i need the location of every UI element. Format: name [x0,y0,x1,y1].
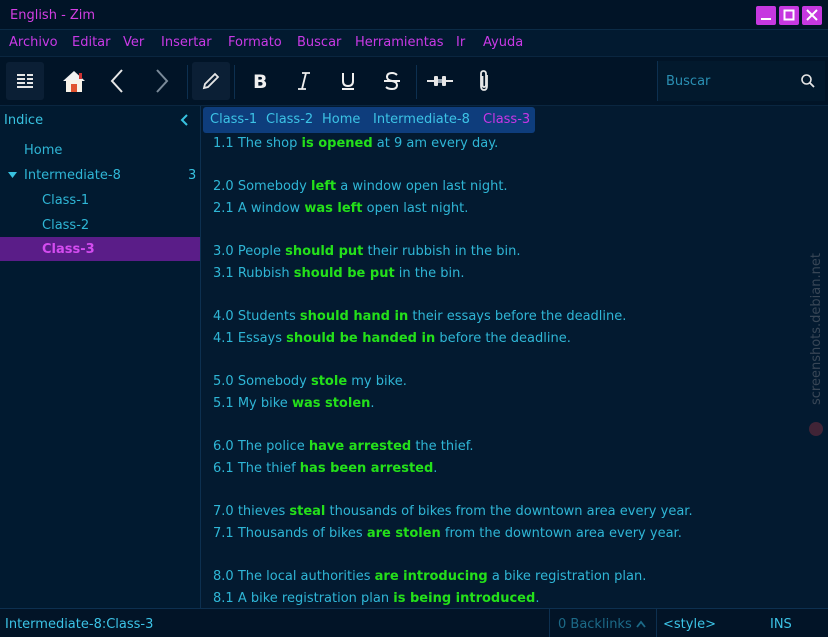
text-line: 3.0 People should put their rubbish in t… [213,244,521,259]
sidebar-item-intermediate-8[interactable]: Intermediate-8 3 [0,163,200,187]
toolbar-separator [416,65,417,99]
text-line: 3.1 Rubbish should be put in the bin. [213,266,465,281]
edit-mode-button[interactable] [192,62,230,100]
text-line: 1.1 The shop is opened at 9 am every day… [213,136,499,151]
menu-buscar[interactable]: Buscar [297,35,341,50]
page-editor[interactable]: 1.1 The shop is opened at 9 am every day… [201,136,828,608]
sidebar-item-label: Home [24,143,63,158]
search-box [657,61,825,101]
text-line: 5.0 Somebody stole my bike. [213,374,407,389]
back-button[interactable] [99,62,137,100]
arrow-left-icon [110,69,123,93]
index-sidebar: Indice Home Intermediate-8 3 Class-1 Cla… [0,106,201,608]
bold-button[interactable]: B [240,62,278,100]
crumb-intermediate-8[interactable]: Intermediate-8 [373,112,470,127]
sidebar-item-class-1[interactable]: Class-1 [0,188,200,212]
sidebar-header: Indice [0,106,201,134]
crumb-home[interactable]: Home [322,112,360,127]
watermark-text: screenshots.debian.net [809,253,824,405]
menu-archivo[interactable]: Archivo [9,35,58,50]
expander-down-icon[interactable] [8,172,18,180]
insert-link-button[interactable] [421,62,459,100]
menu-insertar[interactable]: Insertar [161,35,212,50]
chevron-left-icon[interactable] [180,114,190,126]
toolbar-separator [187,65,188,99]
attach-file-button[interactable] [465,62,503,100]
pencil-icon [202,72,220,90]
crumb-class-2[interactable]: Class-2 [266,112,313,127]
italic-icon [298,72,310,90]
arrow-right-icon [156,69,169,93]
text-line: 7.0 thieves steal thousands of bikes fro… [213,504,693,519]
toolbar-separator [234,65,235,99]
minimize-icon [761,18,771,20]
sidebar-item-label: Class-2 [42,218,90,233]
menu-ir[interactable]: Ir [456,35,465,50]
close-icon [806,9,818,21]
crumb-class-3[interactable]: Class-3 [483,112,530,127]
text-line: 2.0 Somebody left a window open last nig… [213,179,508,194]
text-line: 2.1 A window was left open last night. [213,201,469,216]
home-button[interactable] [55,62,93,100]
forward-button[interactable] [142,62,180,100]
status-bar: Intermediate-8:Class-3 0 Backlinks <styl… [0,608,828,637]
strikethrough-button[interactable] [373,62,411,100]
toggle-index-button[interactable] [6,62,44,100]
text-line: 6.0 The police have arrested the thief. [213,439,474,454]
paperclip-icon [480,70,488,91]
index-panel-icon [17,74,33,88]
status-page-path: Intermediate-8:Class-3 [5,617,154,632]
maximize-icon [783,9,795,21]
bold-icon: B [253,71,267,92]
search-input[interactable] [658,61,798,101]
watermark-logo-icon [809,422,823,436]
title-bar: English - Zim [0,0,828,30]
text-line: 8.1 A bike registration plan is being in… [213,591,540,606]
insert-mode-indicator: INS [770,617,792,632]
menu-formato[interactable]: Formato [228,35,282,50]
home-icon [63,71,85,92]
style-indicator[interactable]: <style> [663,617,716,632]
underline-icon [342,73,354,90]
underline-button[interactable] [329,62,367,100]
minimize-button[interactable] [756,6,776,25]
sidebar-item-home[interactable]: Home [0,138,200,162]
crumb-class-1[interactable]: Class-1 [210,112,257,127]
sidebar-title: Indice [4,113,44,128]
text-line: 8.0 The local authorities are introducin… [213,569,647,584]
watermark: screenshots.debian.net [809,253,824,436]
menu-ver[interactable]: Ver [123,35,144,50]
sidebar-item-label: Class-3 [42,242,95,257]
status-separator [656,609,657,637]
menu-herramientas[interactable]: Herramientas [355,35,444,50]
backlinks-button[interactable]: 0 Backlinks [558,617,646,632]
text-line: 5.1 My bike was stolen. [213,396,375,411]
text-line: 4.1 Essays should be handed in before th… [213,331,571,346]
pathbar: Class-1 Class-2 Home Intermediate-8 Clas… [203,107,535,133]
maximize-button[interactable] [779,6,799,25]
item-count: 3 [188,168,197,183]
search-icon[interactable] [800,73,816,89]
close-button[interactable] [802,6,822,25]
window-title: English - Zim [10,8,96,23]
status-separator [549,609,550,637]
chevron-up-icon [636,620,646,628]
text-line: 4.0 Students should hand in their essays… [213,309,627,324]
link-icon [427,76,453,86]
toolbar: B [0,56,828,106]
sidebar-item-class-2[interactable]: Class-2 [0,213,200,237]
strikethrough-icon [384,71,400,91]
menu-ayuda[interactable]: Ayuda [483,35,523,50]
sidebar-item-class-3[interactable]: Class-3 [0,237,200,261]
svg-text:B: B [253,71,267,92]
text-line: 6.1 The thief has been arrested. [213,461,438,476]
menu-bar: Archivo Editar Ver Insertar Formato Busc… [0,30,828,56]
text-line: 7.1 Thousands of bikes are stolen from t… [213,526,682,541]
italic-button[interactable] [285,62,323,100]
sidebar-item-label: Class-1 [42,193,90,208]
menu-editar[interactable]: Editar [72,35,111,50]
sidebar-item-label: Intermediate-8 [24,168,121,183]
